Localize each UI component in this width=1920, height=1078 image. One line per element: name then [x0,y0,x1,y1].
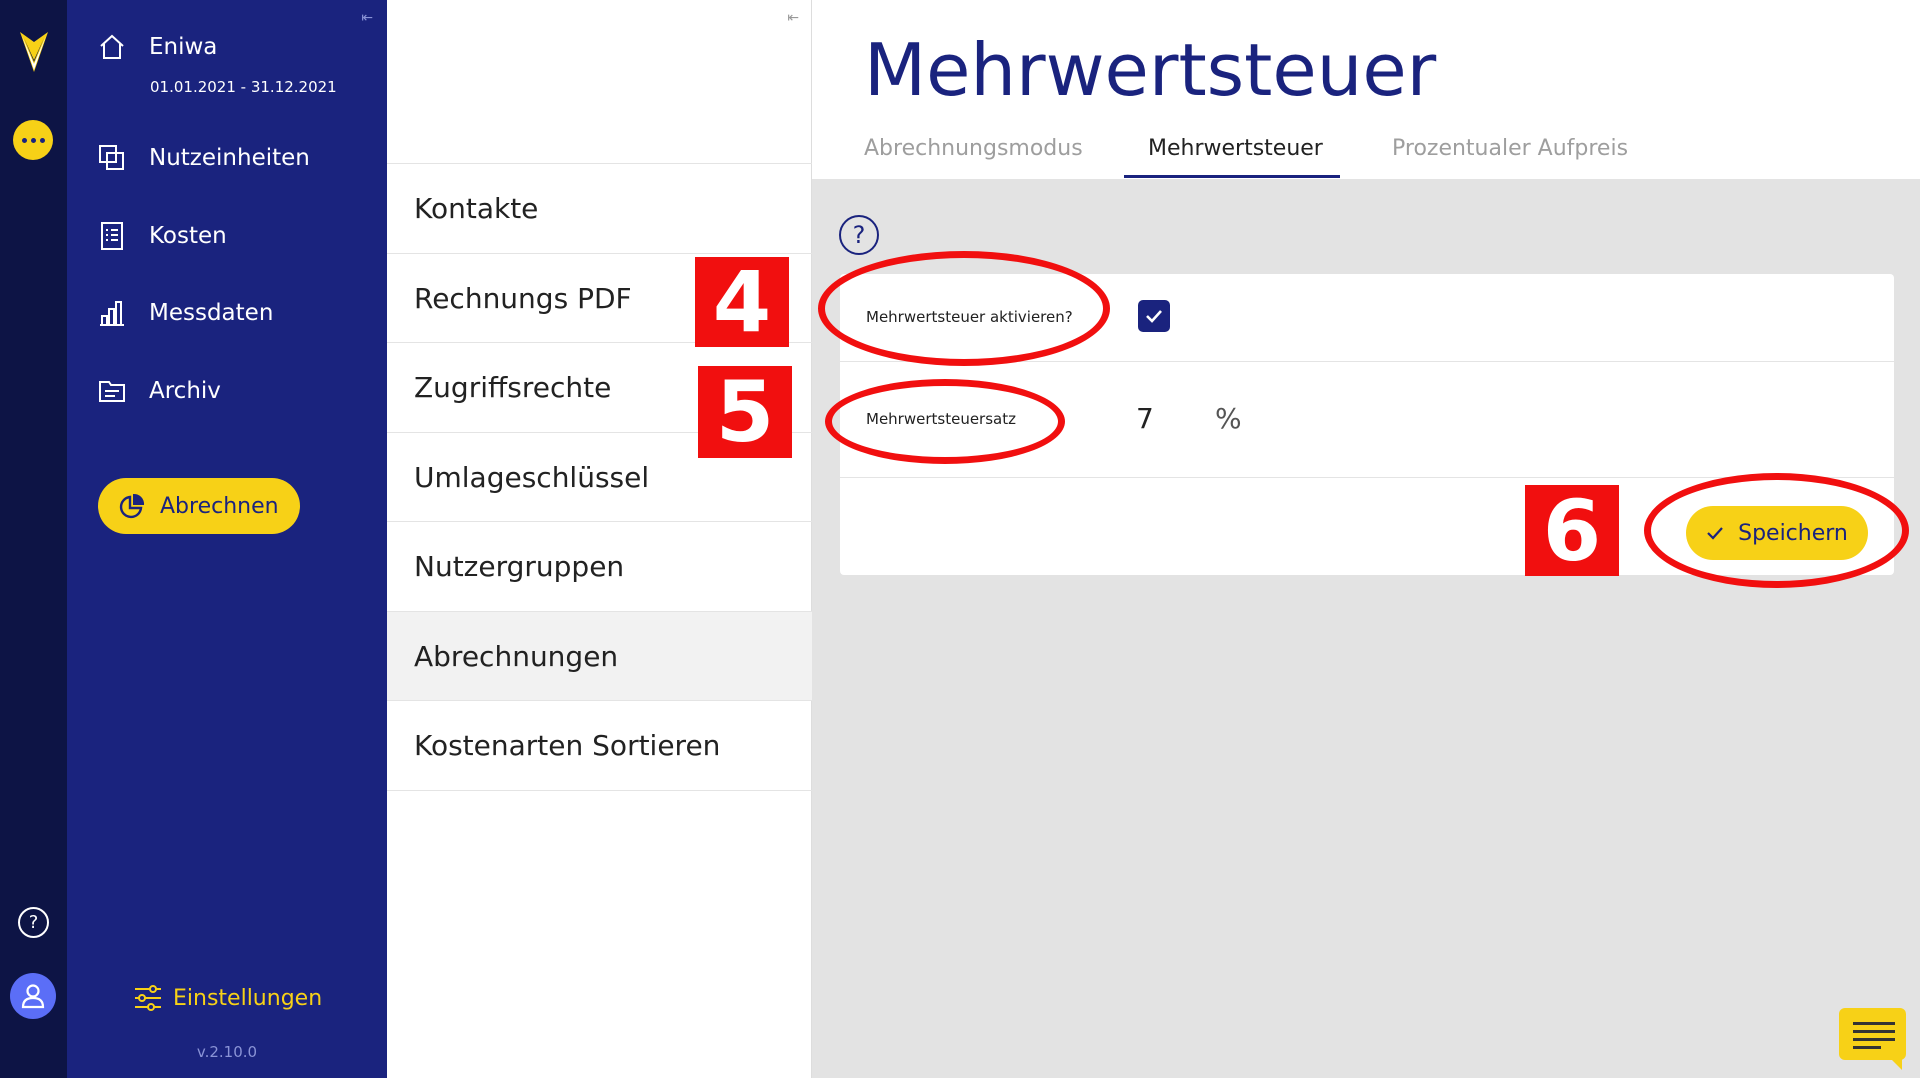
chat-icon-line [1853,1038,1895,1041]
active-tab-indicator [1124,175,1340,178]
annotation-step-number: 4 [695,253,789,351]
bar-chart-icon [100,301,124,326]
nav-label: Messdaten [149,300,274,326]
abrechnen-label: Abrechnen [160,493,279,519]
home-icon [100,34,124,59]
more-menu-button[interactable] [13,120,53,160]
annotation-ellipse-activate [818,251,1110,366]
settings-label: Einstellungen [173,985,323,1011]
nav-item-kosten[interactable]: Kosten [97,221,227,251]
units-icon [99,145,124,170]
settings-menu: ⇤ Kontakte Rechnungs PDF Zugriffsrechte … [387,0,812,1078]
pie-chart-icon [119,493,145,519]
vat-rate-input[interactable]: 7 [1136,402,1154,435]
property-name: Eniwa [149,34,218,60]
chat-bubble-tail [1890,1058,1902,1070]
app-version: v.2.10.0 [196,1043,258,1061]
chat-icon-line [1853,1030,1895,1033]
settings-item-kostenarten-sortieren[interactable]: Kostenarten Sortieren [387,700,812,789]
receipt-icon [101,222,123,250]
main-sidebar: ⇤ Eniwa 01.01.2021 - 31.12.2021 Nutzeinh… [67,0,387,1078]
annotation-step-number: 5 [698,363,792,461]
tab-abrechnungsmodus[interactable]: Abrechnungsmodus [864,136,1083,161]
vat-activate-checkbox[interactable] [1138,300,1170,332]
annotation-ellipse-rate [825,379,1065,464]
help-icon[interactable]: ? [18,907,49,938]
user-avatar-button[interactable] [10,973,56,1019]
checkmark-icon [1146,310,1162,323]
settings-item-kontakte[interactable]: Kontakte [387,163,812,252]
abrechnen-button[interactable]: Abrechnen [98,478,300,534]
app-logo-icon[interactable] [18,30,50,74]
settings-link[interactable]: Einstellungen [133,984,322,1012]
help-icon[interactable]: ? [839,215,879,255]
user-icon [21,984,45,1009]
nav-label: Kosten [149,223,227,249]
chat-icon [1853,1022,1895,1025]
annotation-ellipse-save [1644,473,1909,588]
settings-item-nutzergruppen[interactable]: Nutzergruppen [387,521,812,610]
tab-mehrwertsteuer[interactable]: Mehrwertsteuer [1148,136,1323,161]
chat-icon-line [1853,1046,1881,1049]
collapse-sidebar-icon[interactable]: ⇤ [361,10,373,26]
nav-item-nutzeinheiten[interactable]: Nutzeinheiten [97,143,310,173]
page-title: Mehrwertsteuer [864,28,1437,112]
annotation-step-number: 6 [1525,482,1619,580]
settings-item-abrechnungen[interactable]: Abrechnungen [387,611,812,700]
page-header: Mehrwertsteuer Abrechnungsmodus Mehrwert… [812,0,1920,179]
sliders-icon [135,985,161,1011]
nav-label: Archiv [149,378,221,404]
vat-rate-unit: % [1215,402,1242,435]
nav-label: Nutzeinheiten [149,145,310,171]
nav-item-archiv[interactable]: Archiv [97,376,221,406]
nav-item-property[interactable]: Eniwa [97,32,217,62]
chat-widget-button[interactable] [1839,1008,1906,1070]
list-divider [387,790,812,791]
billing-period: 01.01.2021 - 31.12.2021 [150,78,337,96]
tab-prozentualer-aufpreis[interactable]: Prozentualer Aufpreis [1392,136,1628,161]
collapse-menu-icon[interactable]: ⇤ [787,10,799,26]
nav-item-messdaten[interactable]: Messdaten [97,298,273,328]
app-rail: ? [0,0,67,1078]
folder-icon [99,381,125,402]
